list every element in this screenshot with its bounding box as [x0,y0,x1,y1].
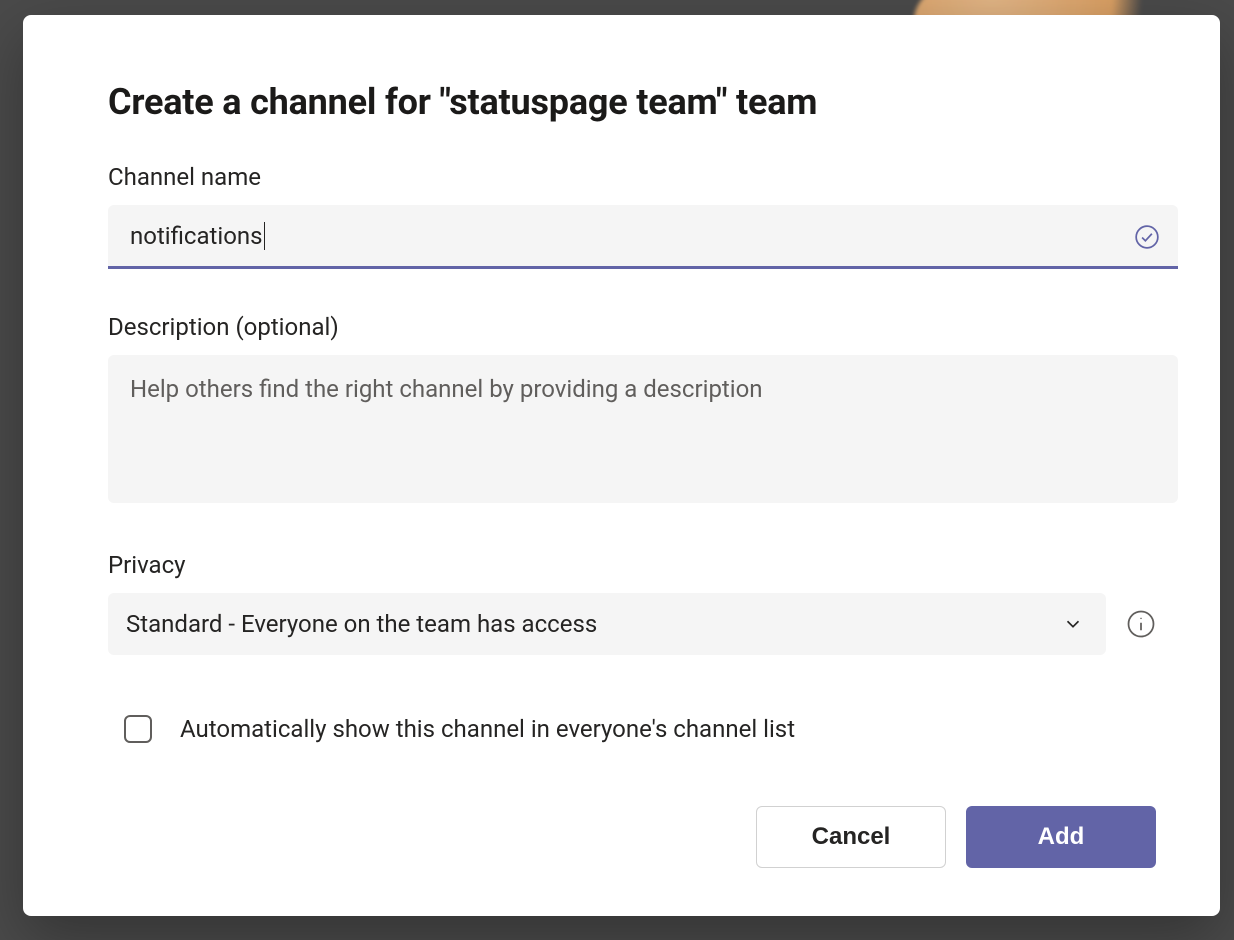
text-caret [264,222,265,250]
description-label: Description (optional) [108,313,1156,341]
chevron-down-icon [1062,613,1084,635]
cancel-button[interactable]: Cancel [756,806,946,868]
privacy-select[interactable]: Standard - Everyone on the team has acce… [108,593,1106,655]
privacy-label: Privacy [108,551,1156,579]
privacy-field: Privacy Standard - Everyone on the team … [108,551,1156,655]
checkmark-circle-icon [1134,224,1160,250]
privacy-selected-value: Standard - Everyone on the team has acce… [126,610,597,638]
channel-name-value: notifications [130,222,263,250]
description-input[interactable] [108,355,1178,503]
channel-name-input-wrap: notifications [108,205,1178,269]
info-icon[interactable] [1126,609,1156,639]
auto-show-checkbox[interactable] [124,715,152,743]
create-channel-dialog: Create a channel for "statuspage team" t… [23,15,1220,916]
dialog-footer: Cancel Add [108,806,1156,868]
privacy-row: Standard - Everyone on the team has acce… [108,593,1156,655]
auto-show-label[interactable]: Automatically show this channel in every… [180,715,795,743]
dialog-title: Create a channel for "statuspage team" t… [108,81,1156,123]
auto-show-row: Automatically show this channel in every… [124,715,1156,743]
channel-name-field: Channel name notifications [108,163,1156,269]
channel-name-label: Channel name [108,163,1156,191]
add-button[interactable]: Add [966,806,1156,868]
description-field: Description (optional) [108,313,1156,507]
channel-name-input[interactable]: notifications [108,205,1178,269]
